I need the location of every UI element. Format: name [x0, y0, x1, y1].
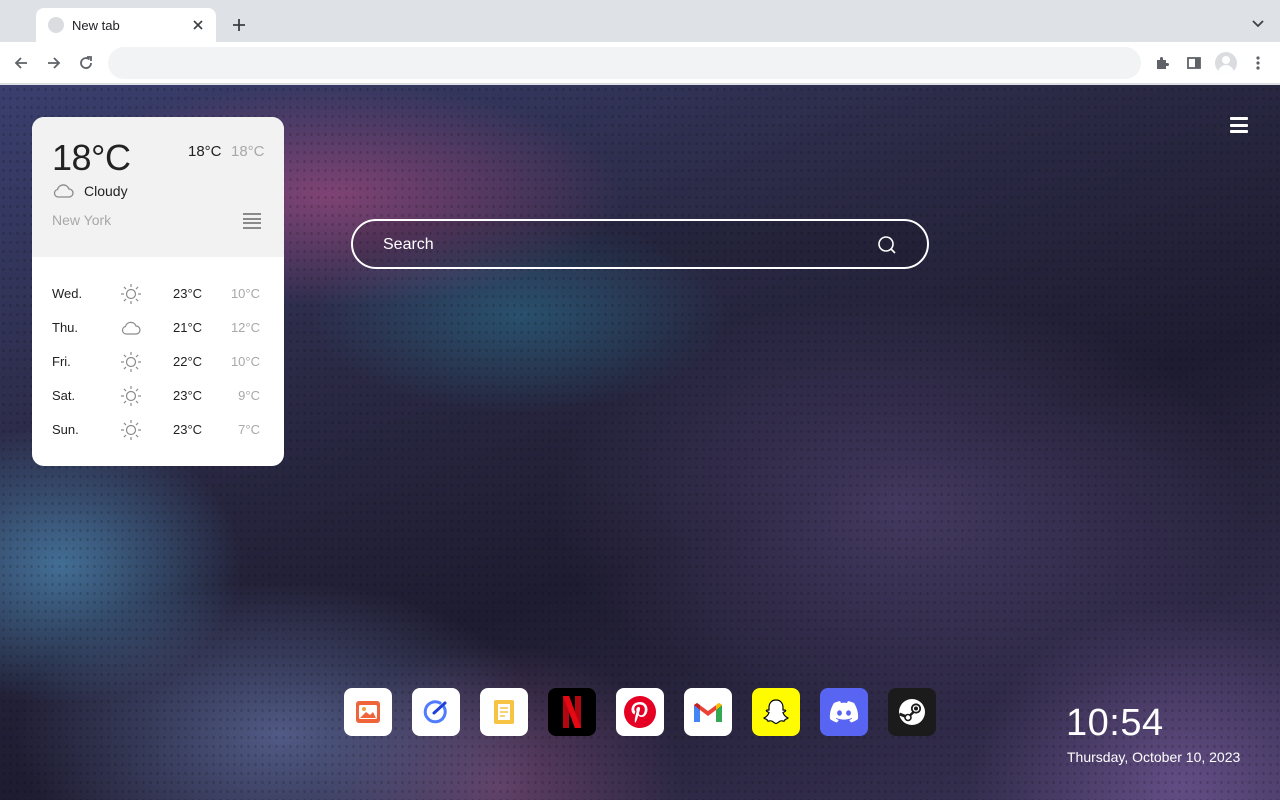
forecast-row: Sat. 23°C 9°C: [32, 379, 284, 413]
snapchat-icon[interactable]: [752, 688, 800, 736]
gmail-icon[interactable]: [684, 688, 732, 736]
tab-title: New tab: [72, 17, 120, 33]
forecast-day: Sat.: [52, 388, 76, 403]
reload-icon[interactable]: [74, 51, 98, 75]
forecast-day: Thu.: [52, 320, 79, 335]
weather-widget: 18°C 18°C 18°C Cloudy New York Wed. 23°C…: [32, 117, 284, 466]
forecast-low: 10°C: [230, 286, 260, 301]
netflix-icon[interactable]: [548, 688, 596, 736]
new-tab-plus-icon[interactable]: [226, 12, 252, 38]
forward-arrow-icon[interactable]: [42, 51, 66, 75]
today-low-temperature: 18°C: [231, 143, 265, 160]
gallery-icon[interactable]: [344, 688, 392, 736]
sun-icon: [121, 386, 141, 406]
more-vertical-icon[interactable]: [1246, 51, 1270, 75]
steam-icon[interactable]: [888, 688, 936, 736]
page-menu-hamburger-icon[interactable]: [1228, 115, 1250, 135]
forecast-row: Wed. 23°C 10°C: [32, 277, 284, 311]
forecast-row: Sun. 23°C 7°C: [32, 413, 284, 447]
sun-icon: [121, 420, 141, 440]
avatar: [1215, 52, 1237, 74]
forecast-day: Wed.: [52, 286, 83, 301]
forecast-low: 7°C: [238, 422, 260, 437]
search-bar: [351, 219, 929, 269]
cloud-icon: [121, 321, 141, 335]
weather-condition-label: Cloudy: [84, 183, 128, 199]
forecast-low: 9°C: [238, 388, 260, 403]
forecast-high: 22°C: [173, 354, 203, 369]
forecast-row: Fri. 22°C 10°C: [32, 345, 284, 379]
app-dock: [344, 688, 936, 736]
forecast-row: Thu. 21°C 12°C: [32, 311, 284, 345]
forecast-high: 21°C: [173, 320, 203, 335]
discord-icon[interactable]: [820, 688, 868, 736]
weather-menu-list-icon[interactable]: [243, 213, 261, 229]
extensions-puzzle-icon[interactable]: [1150, 51, 1174, 75]
tab-strip: New tab: [0, 0, 1280, 42]
forecast-high: 23°C: [173, 388, 203, 403]
profile-avatar-icon[interactable]: [1214, 51, 1238, 75]
new-tab-page: 18°C 18°C 18°C Cloudy New York Wed. 23°C…: [0, 85, 1280, 800]
cloud-icon: [53, 184, 74, 198]
address-bar[interactable]: [108, 47, 1141, 79]
forecast-day: Sun.: [52, 422, 79, 437]
tab-new-tab[interactable]: New tab: [36, 8, 216, 42]
forecast-high: 23°C: [173, 422, 203, 437]
notes-icon[interactable]: [480, 688, 528, 736]
sun-icon: [121, 284, 141, 304]
tab-search-chevron-down-icon[interactable]: [1248, 14, 1268, 34]
sun-icon: [121, 352, 141, 372]
weather-city: New York: [52, 212, 112, 228]
pinterest-icon[interactable]: [616, 688, 664, 736]
clock-time: 10:54: [1066, 702, 1164, 744]
forecast-low: 10°C: [230, 354, 260, 369]
clock-date: Thursday, October 10, 2023: [1067, 749, 1241, 765]
tab-favicon-icon: [48, 17, 64, 33]
forecast-day: Fri.: [52, 354, 71, 369]
browser-toolbar: [0, 42, 1280, 84]
forecast-high: 23°C: [173, 286, 203, 301]
side-panel-icon[interactable]: [1182, 51, 1206, 75]
forecast-low: 12°C: [230, 320, 260, 335]
tasks-icon[interactable]: [412, 688, 460, 736]
tab-close-icon[interactable]: [190, 17, 206, 33]
search-input[interactable]: [383, 233, 863, 257]
today-high-temperature: 18°C: [188, 143, 222, 160]
weather-forecast-list: Wed. 23°C 10°C Thu. 21°C 12°C Fri. 22°C …: [32, 277, 284, 447]
current-temperature: 18°C: [52, 137, 131, 178]
weather-condition: Cloudy: [52, 183, 128, 199]
weather-current: 18°C 18°C 18°C Cloudy New York: [32, 117, 284, 257]
back-arrow-icon[interactable]: [9, 51, 33, 75]
search-icon[interactable]: [877, 235, 897, 255]
